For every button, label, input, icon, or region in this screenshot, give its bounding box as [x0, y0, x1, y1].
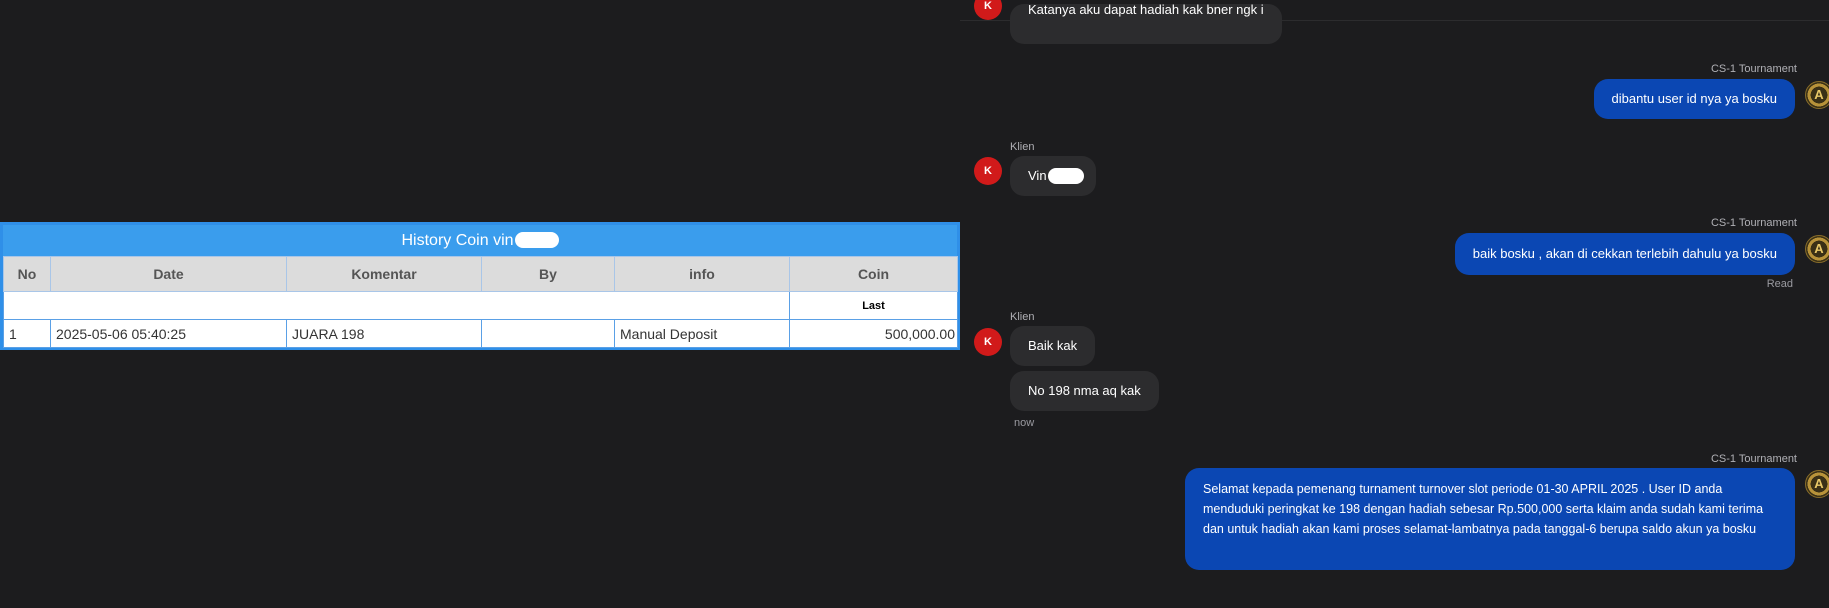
history-panel: History Coin vin No Date Komentar By inf… — [0, 0, 960, 608]
cell-by — [481, 319, 615, 348]
column-header-coin[interactable]: Coin — [789, 256, 958, 292]
sub-header-empty — [3, 291, 790, 320]
column-header-no[interactable]: No — [3, 256, 51, 292]
message-text: Katanya aku dapat hadiah kak bner ngk i — [1028, 4, 1264, 17]
column-header-date[interactable]: Date — [50, 256, 287, 292]
history-title-text: History Coin vin — [401, 232, 514, 249]
message-bubble-incoming[interactable]: Katanya aku dapat hadiah kak bner ngk i — [1010, 4, 1282, 44]
cell-date: 2025-05-06 05:40:25 — [50, 319, 287, 348]
history-table: No Date Komentar By info Coin Last 1 202… — [3, 256, 958, 348]
chat-panel[interactable]: K Katanya aku dapat hadiah kak bner ngk … — [960, 0, 1829, 608]
message-time: now — [1014, 417, 1035, 429]
client-avatar[interactable]: K — [974, 328, 1002, 356]
message-bubble-outgoing[interactable]: dibantu user id nya ya bosku — [1593, 79, 1795, 119]
message-text: dibantu user id nya ya bosku — [1611, 91, 1778, 106]
message-bubble-outgoing[interactable]: Selamat kepada pemenang turnament turnov… — [1185, 468, 1795, 570]
message-bubble-incoming[interactable]: No 198 nma aq kak — [1010, 371, 1159, 411]
message-text: No 198 nma aq kak — [1028, 383, 1141, 398]
sender-name: Klien — [1010, 141, 1035, 153]
cell-komentar: JUARA 198 — [286, 319, 482, 348]
sub-header-last: Last — [789, 291, 958, 320]
cell-no: 1 — [3, 319, 51, 348]
message-bubble-incoming[interactable]: Baik kak — [1010, 326, 1096, 366]
column-header-by[interactable]: By — [481, 256, 615, 292]
cell-info: Manual Deposit — [614, 319, 790, 348]
message-bubble-outgoing[interactable]: baik bosku , akan di cekkan terlebih dah… — [1454, 233, 1795, 275]
history-title: History Coin vin — [3, 225, 957, 256]
column-header-info[interactable]: info — [614, 256, 790, 292]
sender-name: CS-1 Tournament — [1710, 453, 1797, 465]
message-text: baik bosku , akan di cekkan terlebih dah… — [1472, 246, 1777, 261]
client-avatar[interactable]: K — [974, 157, 1002, 185]
sender-name: Klien — [1010, 311, 1035, 323]
agent-avatar[interactable]: A — [1805, 235, 1829, 263]
message-bubble-incoming[interactable]: Vin — [1010, 156, 1096, 196]
redaction-mask — [1047, 167, 1084, 184]
table-header-row: No Date Komentar By info Coin — [3, 256, 958, 292]
message-text: Vin — [1028, 168, 1047, 183]
history-coin-table: History Coin vin No Date Komentar By inf… — [0, 222, 960, 350]
cell-coin: 500,000.00 — [789, 319, 958, 348]
agent-avatar[interactable]: A — [1805, 470, 1829, 498]
table-row: 1 2025-05-06 05:40:25 JUARA 198 Manual D… — [3, 319, 958, 348]
sender-name: CS-1 Tournament — [1710, 63, 1797, 75]
read-receipt: Read — [1766, 278, 1793, 290]
redaction-mask — [514, 231, 559, 248]
sender-name: CS-1 Tournament — [1710, 217, 1797, 229]
sub-header-row: Last — [3, 291, 958, 320]
message-text: Selamat kepada pemenang turnament turnov… — [1203, 482, 1764, 536]
agent-avatar[interactable]: A — [1805, 81, 1829, 109]
message-text: Baik kak — [1028, 338, 1078, 353]
column-header-komentar[interactable]: Komentar — [286, 256, 482, 292]
